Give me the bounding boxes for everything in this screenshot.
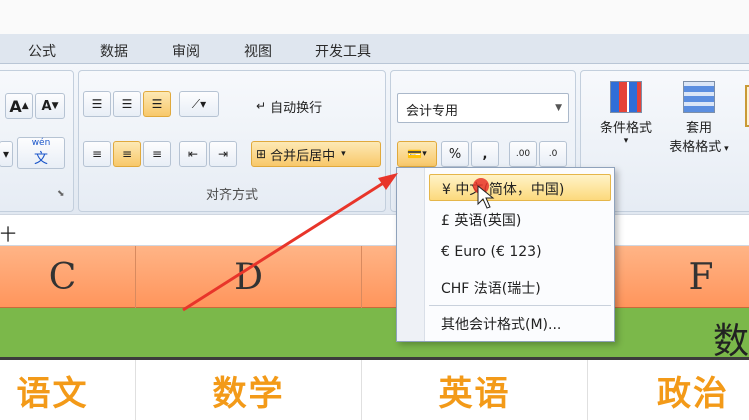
tab-view[interactable]: 视图 bbox=[244, 41, 272, 61]
middle-align-button[interactable]: ☰ bbox=[113, 91, 141, 117]
number-format-combo[interactable]: 会计专用 ▼ bbox=[397, 93, 569, 123]
merge-center-button[interactable]: ⊞ 合并后居中 ▾ bbox=[251, 141, 381, 167]
title-row-text: 数 bbox=[712, 321, 749, 362]
grow-font-button[interactable]: A ▲ bbox=[5, 93, 33, 119]
column-header-c[interactable]: C bbox=[0, 246, 136, 308]
cell-subject-chinese[interactable]: 语文 bbox=[0, 360, 136, 420]
column-headers: C D E F bbox=[0, 246, 749, 308]
menu-item-cny[interactable]: ¥ 中文(简体，中国) bbox=[429, 174, 611, 201]
tab-review[interactable]: 审阅 bbox=[172, 41, 200, 61]
subject-row: 语文 数学 英语 政治 bbox=[0, 360, 749, 420]
decrease-decimal-button[interactable]: .0 bbox=[539, 141, 567, 167]
menu-item-chf[interactable]: CHF 法语(瑞士) bbox=[429, 274, 611, 301]
ribbon-tabs: 公式 数据 审阅 视图 开发工具 bbox=[0, 34, 749, 64]
align-center-button[interactable]: ≡ bbox=[113, 141, 141, 167]
cell-subject-english[interactable]: 英语 bbox=[362, 360, 588, 420]
align-left-button[interactable]: ≡ bbox=[83, 141, 111, 167]
table-format-button[interactable]: 套用 表格格式 ▾ bbox=[659, 81, 739, 171]
window-top-strip bbox=[0, 0, 749, 34]
tab-data[interactable]: 数据 bbox=[100, 41, 128, 61]
shrink-font-button[interactable]: A ▼ bbox=[35, 93, 65, 119]
table-format-icon bbox=[683, 81, 715, 113]
menu-item-gbp[interactable]: £ 英语(英国) bbox=[429, 206, 611, 233]
tab-developer[interactable]: 开发工具 bbox=[315, 41, 371, 61]
menu-item-eur[interactable]: € Euro (€ 123) bbox=[429, 240, 611, 267]
ribbon: A ▲ A ▼ ▾ wén 文 ⬊ ☰ ☰ ☰ ⟋▾ ≡ ≡ ≡ ⇤ ⇥ ↵ 自动换… bbox=[0, 64, 749, 214]
chevron-down-icon[interactable]: ▾ bbox=[0, 141, 13, 167]
accounting-format-button[interactable]: 💳 ▾ bbox=[397, 141, 437, 167]
orientation-button[interactable]: ⟋▾ bbox=[179, 91, 219, 117]
increase-decimal-button[interactable]: .00 bbox=[509, 141, 537, 167]
tab-formulas[interactable]: 公式 bbox=[28, 41, 56, 61]
column-header-d[interactable]: D bbox=[136, 246, 362, 308]
accounting-format-dropdown: ¥ 中文(简体，中国) £ 英语(英国) € Euro (€ 123) CHF … bbox=[396, 167, 615, 342]
bottom-align-button[interactable]: ☰ bbox=[143, 91, 171, 117]
align-right-button[interactable]: ≡ bbox=[143, 141, 171, 167]
cell-subject-math[interactable]: 数学 bbox=[136, 360, 362, 420]
chevron-down-icon[interactable]: ▼ bbox=[555, 103, 562, 113]
wrap-text-icon: ↵ bbox=[256, 99, 267, 113]
formula-bar[interactable]: 十 bbox=[0, 214, 749, 246]
phonetic-guide-button[interactable]: wén 文 bbox=[17, 137, 65, 169]
merge-cells-icon: ⊞ bbox=[256, 147, 267, 161]
conditional-format-icon bbox=[610, 81, 642, 113]
percent-style-button[interactable]: % bbox=[441, 141, 469, 167]
dialog-launcher-icon[interactable]: ⬊ bbox=[57, 189, 65, 199]
alignment-group: ☰ ☰ ☰ ⟋▾ ≡ ≡ ≡ ⇤ ⇥ ↵ 自动换行 ⊞ 合并后居中 ▾ 对齐方式 bbox=[78, 70, 386, 212]
font-group: A ▲ A ▼ ▾ wén 文 ⬊ bbox=[0, 70, 74, 212]
cell-subject-politics[interactable]: 政治 bbox=[588, 360, 749, 420]
title-row[interactable]: 数 bbox=[0, 308, 749, 362]
alignment-group-label: 对齐方式 bbox=[205, 188, 258, 203]
dropdown-gutter bbox=[397, 168, 425, 341]
menu-separator bbox=[429, 305, 611, 306]
top-align-button[interactable]: ☰ bbox=[83, 91, 111, 117]
conditional-format-button[interactable]: 条件格式 ▾ bbox=[589, 81, 663, 151]
formula-fragment: 十 bbox=[0, 225, 17, 244]
comma-style-button[interactable]: , bbox=[471, 141, 499, 167]
increase-indent-button[interactable]: ⇥ bbox=[209, 141, 237, 167]
currency-icon: 💳 bbox=[407, 147, 423, 161]
wrap-text-button[interactable]: ↵ 自动换行 bbox=[251, 93, 349, 119]
cell-styles-icon[interactable] bbox=[745, 85, 749, 127]
chevron-down-icon[interactable]: ▾ bbox=[341, 149, 346, 159]
decrease-indent-button[interactable]: ⇤ bbox=[179, 141, 207, 167]
menu-item-more-formats[interactable]: 其他会计格式(M)... bbox=[429, 310, 611, 337]
